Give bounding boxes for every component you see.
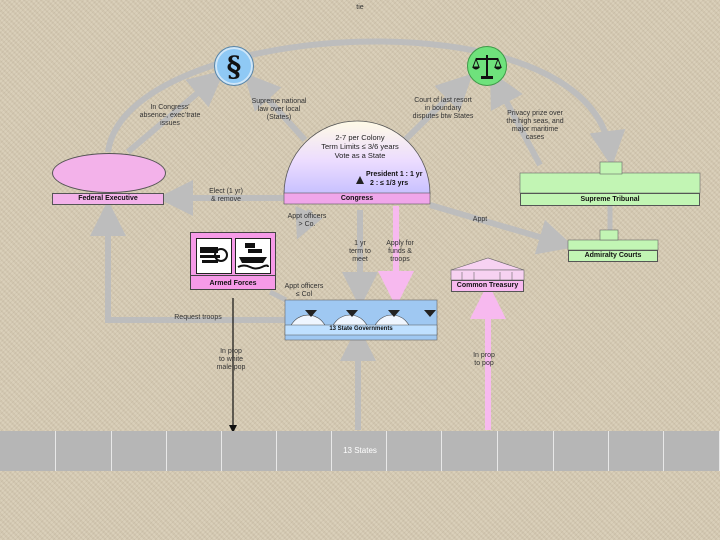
common-treasury-box[interactable]: Common Treasury [451, 280, 524, 292]
admiralty-building [567, 229, 659, 251]
label-court-last-resort: Court of last resort in boundary dispute… [412, 97, 474, 120]
states-label: 13 States [343, 446, 377, 455]
label-congress-absence: In Congress' absence, exec’trate issues [139, 104, 201, 127]
label-appt: Appt [472, 216, 488, 223]
label-request-troops: Request troops [174, 314, 222, 321]
supreme-tribunal-label: Supreme Tribunal [580, 196, 640, 203]
label-top: tie [356, 4, 364, 11]
state-block [112, 431, 167, 471]
state-block [442, 431, 498, 471]
label-white-male-pop: In prop to white male pop [216, 348, 246, 371]
supreme-tribunal-box[interactable]: Supreme Tribunal [520, 193, 700, 206]
admiralty-courts-label: Admiralty Courts [584, 252, 642, 259]
state-block [222, 431, 277, 471]
federal-executive-box[interactable]: Federal Executive [52, 193, 164, 205]
congress-label: Congress [340, 195, 374, 202]
label-elect: Elect (1 yr) & remove [209, 188, 243, 203]
appt-admiralty-arrow [429, 202, 575, 255]
section-sign-icon: § [214, 46, 254, 86]
label-term: 1 yr term to meet [349, 240, 371, 263]
label-in-prop-pop: In prop to pop [473, 352, 495, 367]
scales-icon [467, 46, 507, 86]
admiralty-courts-box[interactable]: Admiralty Courts [568, 250, 658, 262]
congress-description: 2-7 per Colony Term Limits ≤ 3/6 years V… [321, 133, 399, 160]
tribunal-building [519, 161, 701, 194]
armed-forces-panel[interactable]: Armed Forces [190, 232, 276, 290]
treasury-building [450, 257, 525, 281]
state-block [664, 431, 720, 471]
state-block [554, 431, 609, 471]
label-appt-officers-col: Appt officers ≤ Col [284, 283, 324, 298]
state-block [609, 431, 664, 471]
state-block [498, 431, 554, 471]
warship-icon [235, 238, 271, 274]
label-appt-officers-co: Appt officers > Co. [287, 213, 327, 228]
state-block [56, 431, 112, 471]
common-treasury-label: Common Treasury [456, 282, 519, 289]
label-privacy: Privacy prize over the high seas, and ma… [506, 110, 564, 141]
executive-oval [52, 153, 166, 193]
president-line-1: President 1 : 1 yr [366, 171, 423, 178]
armed-forces-label: Armed Forces [209, 280, 257, 287]
president-line-2: 2 : ≤ 1/3 yrs [370, 180, 409, 187]
federal-executive-label: Federal Executive [78, 195, 138, 202]
cavalry-icon [196, 238, 232, 274]
state-block [0, 431, 56, 471]
label-apply-funds: Apply for funds & troops [386, 240, 414, 263]
label-supreme-law: Supreme national law over local (States) [251, 98, 307, 121]
state-governments-domes [284, 299, 438, 341]
state-governments-label: 13 State Governments [329, 326, 393, 332]
state-block [167, 431, 222, 471]
